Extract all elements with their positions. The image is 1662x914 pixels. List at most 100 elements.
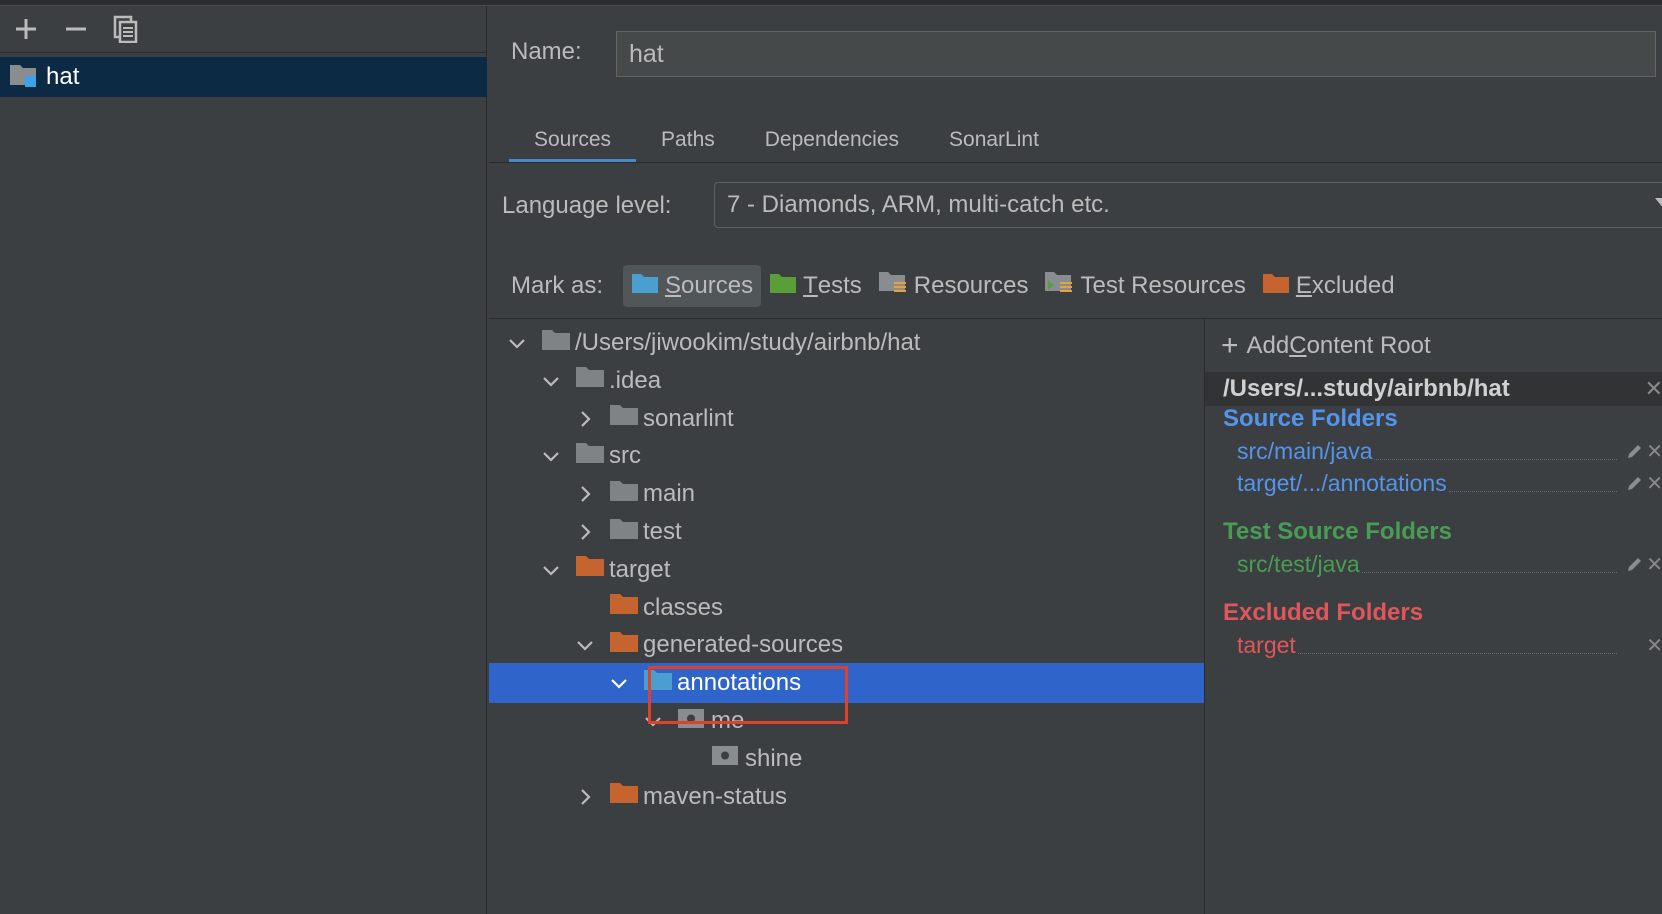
test-folder-entry: src/test/java ✕ bbox=[1237, 550, 1662, 577]
name-label: Name: bbox=[511, 38, 582, 65]
remove-icon[interactable]: ✕ bbox=[1646, 633, 1662, 658]
tab-paths[interactable]: Paths bbox=[636, 118, 740, 162]
tree-node-label: maven-status bbox=[643, 782, 788, 810]
resources-folder-icon bbox=[878, 270, 908, 303]
minus-icon[interactable] bbox=[60, 13, 92, 45]
tree-node[interactable]: /Users/jiwookim/study/airbnb/hat bbox=[489, 323, 1204, 363]
tree-node-label: main bbox=[643, 480, 696, 508]
module-icon bbox=[8, 61, 38, 94]
folder-icon bbox=[609, 403, 639, 434]
chevron-down-icon[interactable] bbox=[507, 333, 527, 353]
settings-tabs: Sources Paths Dependencies SonarLint bbox=[509, 118, 1064, 163]
mark-as-label: Mark as: bbox=[511, 272, 604, 299]
tests-folder-icon bbox=[769, 272, 797, 301]
tree-node-label: classes bbox=[643, 593, 724, 621]
plus-icon[interactable] bbox=[10, 13, 42, 45]
tree-node-label: test bbox=[643, 518, 682, 545]
highlight-annotation bbox=[648, 666, 848, 724]
folder-icon bbox=[575, 441, 605, 472]
remove-icon[interactable]: ✕ bbox=[1646, 439, 1662, 464]
tab-sonarlint[interactable]: SonarLint bbox=[924, 118, 1064, 162]
package-icon bbox=[711, 743, 739, 774]
tree-node[interactable]: test bbox=[489, 512, 1204, 552]
excluded-folder-icon bbox=[1262, 272, 1290, 301]
folder-icon bbox=[609, 630, 639, 661]
chevron-down-icon[interactable] bbox=[575, 635, 595, 655]
plus-icon: + bbox=[1221, 329, 1239, 362]
add-content-root-button[interactable]: + Add Content Root bbox=[1221, 331, 1431, 361]
tree-node-label: target bbox=[609, 555, 671, 583]
language-level-value: 7 - Diamonds, ARM, multi-catch etc. bbox=[727, 191, 1110, 218]
tree-node[interactable]: main bbox=[489, 474, 1204, 514]
source-folders-title: Source Folders bbox=[1223, 405, 1398, 432]
chevron-down-icon[interactable] bbox=[541, 560, 561, 580]
modules-toolbar bbox=[0, 6, 486, 52]
chevron-down-icon[interactable] bbox=[541, 446, 561, 466]
tree-node[interactable]: sonarlint bbox=[489, 399, 1204, 439]
remove-icon[interactable]: ✕ bbox=[1646, 471, 1662, 496]
tree-node[interactable]: generated-sources bbox=[489, 625, 1204, 665]
remove-root-icon[interactable]: ✕ bbox=[1645, 376, 1662, 402]
folder-icon bbox=[609, 592, 639, 623]
tree-node[interactable]: maven-status bbox=[489, 777, 1204, 817]
module-settings-panel: Name: Sources Paths Dependencies SonarLi… bbox=[489, 6, 1662, 914]
modules-panel: hat bbox=[0, 6, 487, 914]
language-level-select[interactable]: 7 - Diamonds, ARM, multi-catch etc. bbox=[714, 182, 1662, 228]
copy-icon[interactable] bbox=[110, 13, 142, 45]
mark-resources-button[interactable]: Resources bbox=[870, 265, 1037, 307]
content-roots-panel: + Add Content Root /Users/...study/airbn… bbox=[1204, 319, 1662, 914]
module-item-hat[interactable]: hat bbox=[0, 57, 487, 97]
chevron-right-icon[interactable] bbox=[575, 787, 595, 807]
language-level-row: Language level: bbox=[502, 192, 671, 220]
folder-icon bbox=[609, 479, 639, 510]
tree-node-label: sonarlint bbox=[643, 404, 734, 432]
folder-tree[interactable]: /Users/jiwookim/study/airbnb/hat .idea son… bbox=[489, 319, 1204, 914]
tree-node[interactable]: classes bbox=[489, 588, 1204, 628]
pencil-icon[interactable] bbox=[1625, 473, 1647, 493]
module-name: hat bbox=[46, 63, 80, 90]
toolbar-divider bbox=[0, 52, 486, 53]
source-folder-entry: src/main/java ✕ bbox=[1237, 437, 1662, 464]
chevron-right-icon[interactable] bbox=[575, 409, 595, 429]
chevron-right-icon[interactable] bbox=[575, 522, 595, 542]
tree-node-label: generated-sources bbox=[643, 631, 844, 659]
chevron-right-icon[interactable] bbox=[575, 484, 595, 504]
pencil-icon[interactable] bbox=[1625, 441, 1647, 461]
mark-tests-button[interactable]: Tests bbox=[761, 265, 870, 307]
tree-node-label: .idea bbox=[609, 366, 662, 394]
mark-sources-button[interactable]: Sources bbox=[623, 265, 762, 307]
name-row: Name: bbox=[511, 38, 616, 66]
tabs-divider bbox=[489, 162, 1662, 163]
excluded-folder-entry: target ✕ bbox=[1237, 631, 1662, 658]
tree-node-label: /Users/jiwookim/study/airbnb/hat bbox=[575, 329, 921, 356]
chevron-down-icon[interactable] bbox=[609, 673, 629, 693]
mark-as-row: Mark as: Sources Tests Resources Test Re… bbox=[511, 264, 1403, 308]
folder-icon bbox=[609, 781, 639, 812]
test-resources-folder-icon bbox=[1044, 270, 1074, 303]
folder-icon bbox=[575, 554, 605, 585]
tab-sources[interactable]: Sources bbox=[509, 118, 637, 163]
module-name-input[interactable] bbox=[629, 39, 1655, 69]
tree-node-label: src bbox=[609, 442, 641, 470]
source-folder-entry: target/.../annotations ✕ bbox=[1237, 469, 1662, 496]
language-level-label: Language level: bbox=[502, 192, 672, 219]
tree-node-label: shine bbox=[745, 744, 803, 772]
content-root-path[interactable]: /Users/...study/airbnb/hat ✕ bbox=[1205, 372, 1662, 406]
folder-icon bbox=[609, 517, 639, 548]
tree-node[interactable]: .idea bbox=[489, 361, 1204, 401]
mark-excluded-button[interactable]: Excluded bbox=[1254, 265, 1403, 307]
dropdown-arrow-icon bbox=[1655, 198, 1662, 209]
tab-dependencies[interactable]: Dependencies bbox=[740, 118, 924, 162]
remove-icon[interactable]: ✕ bbox=[1646, 552, 1662, 577]
tree-node[interactable]: shine bbox=[489, 739, 1204, 779]
module-name-field[interactable] bbox=[616, 31, 1656, 77]
sources-folder-icon bbox=[631, 272, 659, 301]
folder-icon bbox=[541, 328, 571, 359]
chevron-down-icon[interactable] bbox=[541, 371, 561, 391]
test-folders-title: Test Source Folders bbox=[1223, 518, 1452, 545]
tree-node[interactable]: target bbox=[489, 550, 1204, 590]
folder-icon bbox=[575, 365, 605, 396]
tree-node[interactable]: src bbox=[489, 436, 1204, 476]
mark-test-resources-button[interactable]: Test Resources bbox=[1036, 265, 1253, 307]
pencil-icon[interactable] bbox=[1625, 554, 1647, 574]
